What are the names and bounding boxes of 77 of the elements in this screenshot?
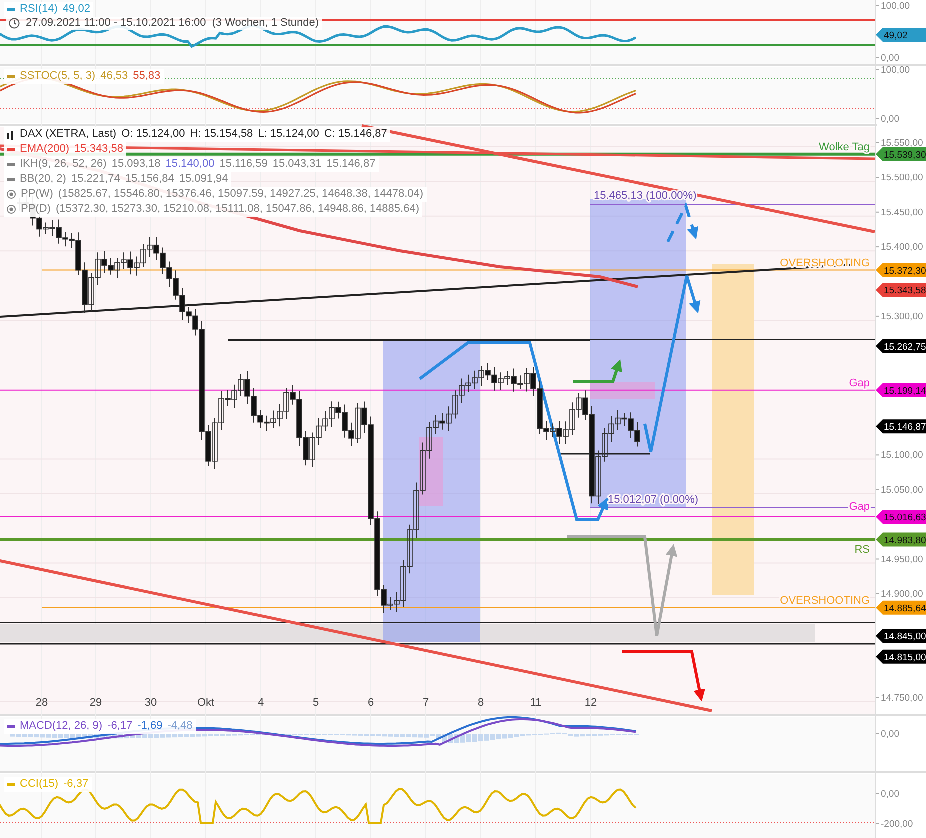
axis-label: 15.100,00 <box>881 450 924 462</box>
level-label: RS <box>854 544 870 556</box>
axis-label: -200,00 <box>881 819 914 830</box>
level-label: OVERSHOOTING <box>780 257 870 270</box>
date-range: 27.09.2021 11:00 - 15.10.2021 16:00 <box>26 17 206 30</box>
indicator-value: 46,53 <box>100 69 128 84</box>
indicator-value: 15.343,58 <box>74 142 124 157</box>
indicator-value: -1,69 <box>138 719 163 734</box>
date-label: 11 <box>530 697 542 709</box>
indicator-value: -6,37 <box>64 777 89 792</box>
date-label: 7 <box>422 697 430 709</box>
indicator-value: 15.116,59 <box>220 157 268 172</box>
indicator-value: -6,17 <box>108 719 133 734</box>
price-tag: 49,02 <box>876 28 926 42</box>
period-label: (3 Wochen, 1 Stunde) <box>212 17 320 30</box>
fibonacci-label: 15.465,13 (100.00%) <box>594 190 697 202</box>
arrow <box>666 202 699 243</box>
axis-label: 15.050,00 <box>881 484 924 496</box>
indicator-name: RSI(14) <box>20 2 58 17</box>
indicator-value: 15.140,00 <box>166 157 215 172</box>
price-tag: 15.016,63 <box>876 510 926 524</box>
date-label: 5 <box>312 697 320 709</box>
indicator-value: H: 15.154,58 <box>190 127 254 142</box>
axis-label: 14.750,00 <box>881 693 924 704</box>
date-label: 28 <box>36 697 48 709</box>
date-label: 29 <box>90 697 102 709</box>
indicator-value: 15.091,94 <box>179 172 228 187</box>
axis-label: 0,00 <box>881 729 900 740</box>
indicator-value: 15.093,18 <box>112 157 161 172</box>
indicator-value: (15825.67, 15546.80, 15376.46, 15097.59, 14927.25, 14648.38, 14478.04) <box>58 187 424 202</box>
gap-zone <box>590 382 655 399</box>
level-label: OVERSHOOTING <box>780 594 870 607</box>
axis-label: 100,00 <box>881 1 910 12</box>
indicator-name: MACD(12, 26, 9) <box>20 719 103 734</box>
indicator-value: 49,02 <box>62 2 90 17</box>
axis-label: 0,00 <box>881 53 900 64</box>
date-label: 30 <box>144 697 158 709</box>
indicator-value: 55,83 <box>133 69 161 84</box>
axis-label: 14.950,00 <box>881 554 924 566</box>
date-label: 4 <box>258 697 264 709</box>
axis-label: 15.500,00 <box>881 172 924 184</box>
axis-label: 15.450,00 <box>881 207 924 218</box>
price-tag: 14.845,00 <box>876 629 926 644</box>
indicator-name: BB(20, 2) <box>20 172 66 187</box>
indicator-value: 15.043,31 <box>272 157 322 172</box>
indicator-name: PP(W) <box>21 187 54 202</box>
fibonacci-label: 15.012,07 (0.00%) <box>608 494 699 506</box>
indicator-name: CCI(15) <box>20 777 59 792</box>
indicator-value: -4,48 <box>168 719 193 734</box>
date-label: Okt <box>197 697 215 709</box>
indicator-name: IKH(9, 26, 52, 26) <box>20 157 107 172</box>
indicator-value: 15.221,74 <box>71 172 120 187</box>
indicator-name: SSTOC(5, 5, 3) <box>20 69 96 84</box>
indicator-value: O: 15.124,00 <box>122 127 186 142</box>
indicator-value: 15.156,84 <box>125 172 174 187</box>
level-label: Gap <box>849 377 870 390</box>
indicator-value: C: 15.146,87 <box>324 127 388 142</box>
axis-label: 0,00 <box>881 114 900 124</box>
price-tag: 15.146,87 <box>876 420 926 434</box>
indicator-name: DAX (XETRA, Last) <box>20 127 117 142</box>
axis-label: 0,00 <box>881 789 900 800</box>
axis-label: 15.550,00 <box>881 138 924 149</box>
indicator-name: EMA(200) <box>20 142 70 157</box>
indicator-value: (15372.30, 15273.30, 15210.08, 15111.08, 15047.86, 14948.86, 14885.64) <box>56 202 420 217</box>
date-label: 12 <box>584 697 598 709</box>
axis-label: 15.400,00 <box>881 242 924 254</box>
clock-icon <box>9 18 20 29</box>
price-tag: 15.343,58 <box>876 283 926 298</box>
indicator-value: L: 15.124,00 <box>258 127 320 142</box>
date-label: 8 <box>478 697 484 709</box>
indicator-value: 15.146,87 <box>326 157 376 172</box>
indicator-name: PP(D) <box>21 202 51 217</box>
date-label: 6 <box>368 697 374 709</box>
level-label: Wolke Tag <box>819 141 870 154</box>
axis-label: 15.300,00 <box>881 311 924 322</box>
axis-label: 14.900,00 <box>881 588 924 600</box>
axis-label: 100,00 <box>881 65 910 76</box>
